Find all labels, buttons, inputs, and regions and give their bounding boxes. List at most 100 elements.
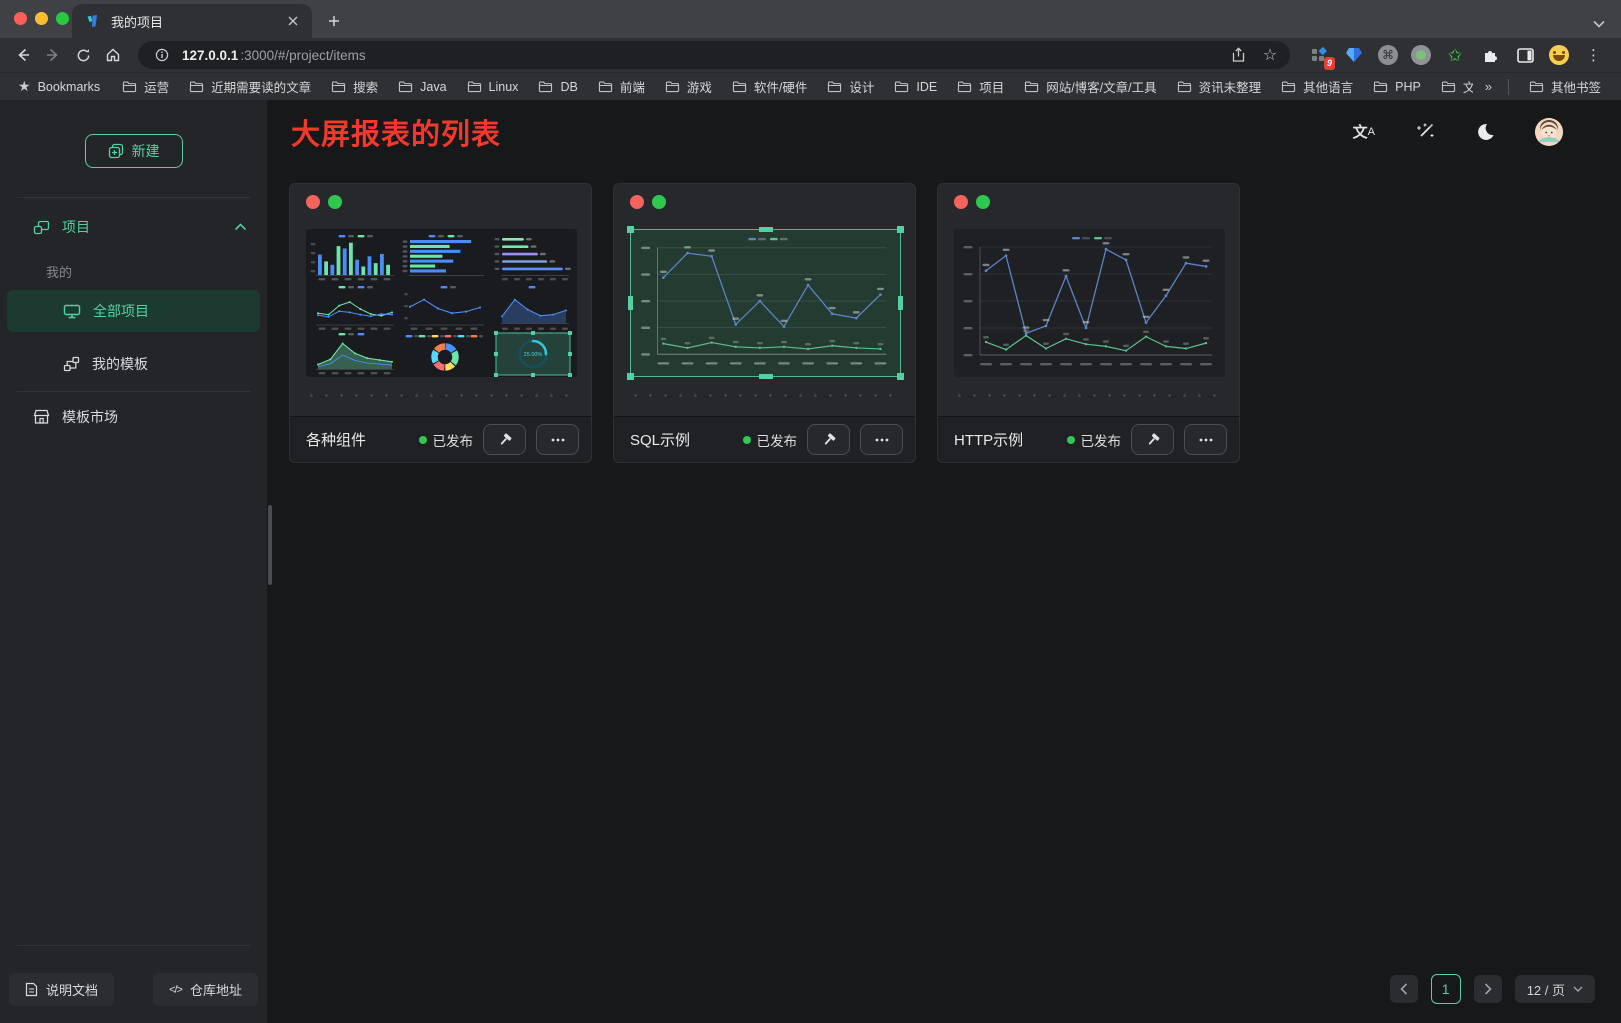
- share-icon[interactable]: [1226, 43, 1250, 67]
- browser-tab[interactable]: 我的项目: [72, 4, 312, 38]
- divider: [17, 391, 250, 392]
- sql-line-chart: [631, 230, 900, 376]
- status-dot: [743, 436, 751, 444]
- new-project-button[interactable]: 新建: [85, 134, 183, 168]
- gem-extension-icon[interactable]: [1343, 44, 1365, 66]
- more-options-button[interactable]: [536, 424, 579, 455]
- edit-project-button[interactable]: [483, 424, 526, 455]
- sidebar-item-template-market[interactable]: 模板市场: [0, 399, 267, 435]
- close-window-button[interactable]: [14, 12, 27, 25]
- chevron-up-icon[interactable]: [234, 223, 247, 231]
- bookmark-folder-label: 近期需要读的文章: [211, 77, 311, 96]
- bookmark-folder[interactable]: 游戏: [657, 74, 720, 99]
- status-badge: 已发布: [419, 430, 474, 450]
- card-footer: HTTP示例 已发布: [938, 416, 1239, 462]
- bookmark-folder-label: 游戏: [687, 77, 712, 96]
- bookmark-folder[interactable]: Linux: [459, 77, 527, 97]
- goview-app: 新建 项目 我的 全部项目: [0, 100, 1621, 1023]
- page-size-select[interactable]: 12 / 页: [1515, 975, 1595, 1003]
- edit-project-button[interactable]: [1131, 424, 1174, 455]
- chrome-menu-icon[interactable]: ⋮: [1582, 46, 1605, 64]
- side-panel-icon[interactable]: [1514, 44, 1536, 66]
- current-page-button[interactable]: 1: [1431, 974, 1461, 1004]
- sidebar-item-template-market-label: 模板市场: [62, 407, 118, 427]
- folder-icon: [1441, 80, 1456, 93]
- extensions-puzzle-icon[interactable]: [1479, 44, 1501, 66]
- forward-icon[interactable]: [40, 42, 66, 68]
- site-info-icon[interactable]: [150, 43, 174, 67]
- magic-wand-icon[interactable]: [1415, 122, 1435, 142]
- more-options-button[interactable]: [1184, 424, 1227, 455]
- code-icon: </>: [169, 984, 182, 996]
- page-header: 大屏报表的列表 文A: [267, 100, 1621, 163]
- docs-button[interactable]: 说明文档: [9, 973, 114, 1006]
- folder-icon: [1529, 80, 1544, 93]
- zoom-window-button[interactable]: [56, 12, 69, 25]
- bookmark-folder[interactable]: 网站/博客/文章/工具: [1016, 74, 1164, 99]
- sidebar-group-project[interactable]: 项目: [0, 205, 267, 249]
- bookmark-star-icon[interactable]: ☆: [1258, 43, 1282, 67]
- edit-project-button[interactable]: [807, 424, 850, 455]
- bookmark-folder[interactable]: 运营: [114, 74, 177, 99]
- star-extension-icon[interactable]: ✩: [1444, 44, 1466, 66]
- url-host: 127.0.0.1: [182, 48, 238, 63]
- prev-page-button[interactable]: [1390, 975, 1418, 1003]
- sidebar-subgroup-mine: 我的: [0, 255, 267, 287]
- back-icon[interactable]: [10, 42, 36, 68]
- bookmark-folder[interactable]: 设计: [819, 74, 882, 99]
- bookmark-folder[interactable]: 资讯未整理: [1169, 74, 1270, 99]
- green-dot-icon: [652, 195, 666, 209]
- bookmark-folder[interactable]: 项目: [949, 74, 1012, 99]
- address-bar[interactable]: 127.0.0.1 :3000/#/project/items ☆: [138, 41, 1290, 69]
- tab-manager-extension-icon[interactable]: 9: [1308, 44, 1330, 66]
- bookmark-folder[interactable]: IDE: [886, 77, 945, 97]
- red-dot-icon: [630, 195, 644, 209]
- dark-mode-moon-icon[interactable]: [1475, 122, 1495, 142]
- template-flow-icon: [63, 356, 80, 372]
- other-bookmarks[interactable]: 其他书签: [1521, 74, 1609, 99]
- bookmark-folders: 运营 近期需要读的文章 搜索 Java Linux DB 前端: [114, 74, 1473, 99]
- bookmarks-overflow-chevron[interactable]: »: [1481, 79, 1496, 94]
- bookmark-folder[interactable]: PHP: [1365, 77, 1429, 97]
- repo-button[interactable]: </> 仓库地址: [153, 973, 258, 1006]
- bookmarks-root[interactable]: ★ Bookmarks: [12, 76, 106, 97]
- bookmark-folder-label: 网站/博客/文章/工具: [1046, 77, 1156, 96]
- hammer-icon: [497, 432, 513, 448]
- project-card-list: 25.00% 各种组件 已发布: [267, 183, 1621, 463]
- tab-strip: 我的项目: [0, 0, 1621, 38]
- sidebar-item-my-templates[interactable]: 我的模板: [0, 344, 267, 384]
- bookmark-folder[interactable]: 近期需要读的文章: [181, 74, 319, 99]
- next-page-button[interactable]: [1474, 975, 1502, 1003]
- tab-search-icon[interactable]: [1593, 20, 1621, 28]
- card-footer: 各种组件 已发布: [290, 416, 591, 462]
- bookmark-folder[interactable]: DB: [530, 77, 585, 97]
- bookmark-folder-label: 文件服务器: [1463, 77, 1473, 96]
- bookmark-folder[interactable]: 其他语言: [1273, 74, 1361, 99]
- reload-icon[interactable]: [70, 42, 96, 68]
- language-icon[interactable]: 文A: [1353, 121, 1375, 142]
- home-icon[interactable]: [100, 42, 126, 68]
- bookmark-folder-label: 软件/硬件: [754, 77, 807, 96]
- user-avatar[interactable]: [1535, 118, 1563, 146]
- bookmark-folder[interactable]: 前端: [590, 74, 653, 99]
- bookmark-folder[interactable]: Java: [390, 77, 454, 97]
- bookmark-folder[interactable]: 搜索: [323, 74, 386, 99]
- favicon: [86, 14, 102, 28]
- bookmark-folder[interactable]: 文件服务器: [1433, 74, 1473, 99]
- new-tab-button[interactable]: [320, 7, 348, 35]
- bookmark-folder[interactable]: 软件/硬件: [724, 74, 815, 99]
- tab-close-icon[interactable]: [284, 12, 302, 30]
- sidebar-item-all-projects[interactable]: 全部项目: [7, 290, 260, 332]
- svg-text:25.00%: 25.00%: [524, 352, 543, 358]
- docs-button-label: 说明文档: [46, 980, 98, 999]
- sidebar-item-all-projects-label: 全部项目: [93, 301, 149, 321]
- more-options-button[interactable]: [860, 424, 903, 455]
- bookmark-folder-label: 项目: [979, 77, 1004, 96]
- browser-toolbar: 127.0.0.1 :3000/#/project/items ☆ 9 ⌘ ✩: [0, 38, 1621, 72]
- status-label: 已发布: [757, 430, 798, 450]
- sidebar-footer: 说明文档 </> 仓库地址: [9, 973, 258, 1006]
- profile-avatar-icon[interactable]: [1549, 45, 1569, 65]
- recorder-extension-icon[interactable]: [1411, 45, 1431, 65]
- command-extension-icon[interactable]: ⌘: [1378, 45, 1398, 65]
- minimize-window-button[interactable]: [35, 12, 48, 25]
